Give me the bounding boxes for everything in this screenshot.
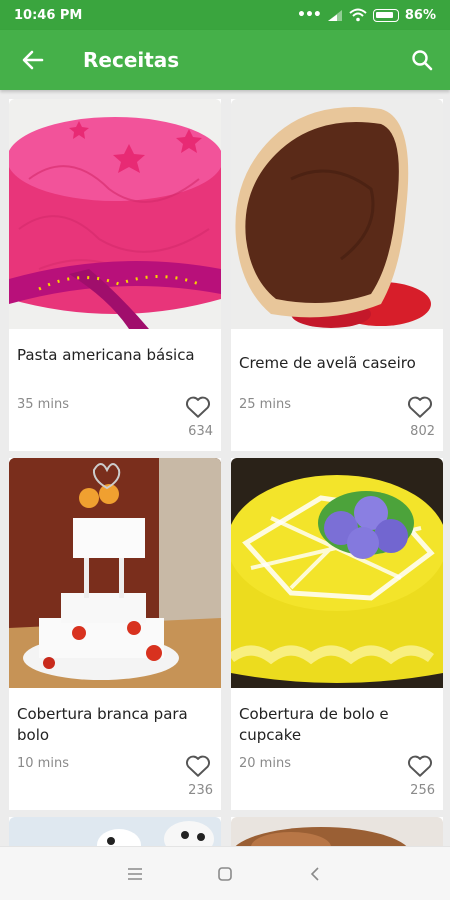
- recipe-image: [9, 99, 221, 329]
- recipe-card[interactable]: Creme de avelã caseiro 25 mins 802: [231, 99, 443, 451]
- status-icons: ••• 86%: [297, 7, 436, 23]
- recipe-card[interactable]: [231, 817, 443, 846]
- recipe-name: Pasta americana básica: [17, 346, 195, 364]
- heart-outline-icon[interactable]: [407, 754, 433, 778]
- app-bar: Receitas: [0, 30, 450, 90]
- page-title: Receitas: [83, 48, 180, 72]
- notification-dots-icon: •••: [297, 7, 322, 23]
- recipe-image: [231, 99, 443, 329]
- arrow-left-icon: [22, 50, 44, 70]
- status-time: 10:46 PM: [14, 7, 83, 23]
- recipe-card[interactable]: Cobertura de bolo e cupcake 20 mins 256: [231, 458, 443, 810]
- recipe-card[interactable]: Pasta americana básica 35 mins 634: [9, 99, 221, 451]
- signal-icon: [327, 9, 342, 21]
- search-button[interactable]: [394, 30, 450, 90]
- heart-outline-icon[interactable]: [407, 395, 433, 419]
- nav-back-button[interactable]: [295, 854, 335, 894]
- like-count: 802: [410, 424, 435, 439]
- recipe-card[interactable]: Cobertura branca para bolo 10 mins 236: [9, 458, 221, 810]
- recipe-name: Cobertura branca para bolo: [17, 705, 188, 744]
- recipe-image: [9, 458, 221, 688]
- recipe-image: [9, 817, 221, 846]
- recipe-time: 25 mins: [239, 397, 291, 412]
- chevron-left-icon: [310, 866, 319, 881]
- square-home-icon: [218, 866, 232, 881]
- like-count: 256: [410, 783, 435, 798]
- recipe-image: [231, 817, 443, 846]
- search-icon: [412, 50, 433, 71]
- heart-outline-icon[interactable]: [185, 395, 211, 419]
- recipe-card[interactable]: [9, 817, 221, 846]
- recipe-time: 10 mins: [17, 756, 69, 771]
- system-nav-bar: [0, 846, 450, 900]
- wifi-icon: [349, 8, 367, 22]
- recipe-grid: Pasta americana básica 35 mins 634 Creme…: [0, 90, 450, 846]
- menu-icon: [128, 867, 142, 880]
- like-count: 634: [188, 424, 213, 439]
- heart-outline-icon[interactable]: [185, 754, 211, 778]
- battery-level: 86%: [404, 7, 436, 23]
- status-bar: 10:46 PM ••• 86%: [0, 0, 450, 30]
- nav-menu-button[interactable]: [115, 854, 155, 894]
- recipe-name: Cobertura de bolo e cupcake: [239, 705, 389, 744]
- like-count: 236: [188, 783, 213, 798]
- nav-home-button[interactable]: [205, 854, 245, 894]
- recipe-time: 20 mins: [239, 756, 291, 771]
- recipe-name: Creme de avelã caseiro: [239, 354, 416, 372]
- recipe-time: 35 mins: [17, 397, 69, 412]
- battery-icon: [372, 8, 399, 22]
- back-button[interactable]: [0, 30, 66, 90]
- recipe-image: [231, 458, 443, 688]
